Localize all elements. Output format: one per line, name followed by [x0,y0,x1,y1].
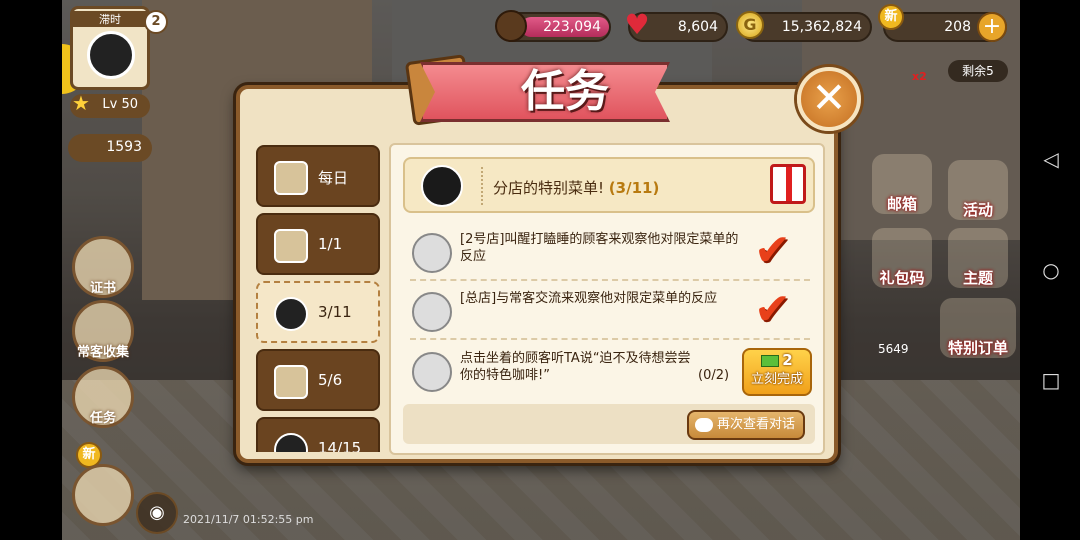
tab-label: 每日 [318,169,349,187]
collection-label: 常客收集 [76,345,129,360]
theme-label: 主题 [962,269,993,287]
gold-resource-bar: G 15,362,824 [736,11,872,42]
task-text: 点击坐着的顾客听TA说“迫不及待想尝尝你的特色咖啡!” [460,351,691,383]
character-avatar-icon [274,297,308,331]
player-avatar [87,31,135,79]
camera-icon: ◉ [149,502,165,523]
gold-coin-icon: G [736,11,764,39]
task-row: 点击坐着的顾客听TA说“迫不及待想尝尝你的特色咖啡!” (0/2) 2 立刻完成 [410,344,812,400]
close-icon: ✕ [811,73,847,122]
player-coins: 1593 [68,134,152,162]
daily-icon [274,161,308,195]
chat-bubble-icon [695,418,713,432]
recent-apps-icon[interactable]: □ [1040,369,1062,391]
new-badge: 新 [878,4,904,30]
heart-resource-bar: ♥ 8,604 [624,10,728,42]
task-text: [总店]与常客交流来观察他对限定菜单的反应 [460,291,718,306]
tasks-button[interactable]: 任务 [72,366,134,428]
special-order-button[interactable]: 特别订单 [940,298,1016,358]
quest-character-avatar [421,165,463,207]
mailbox-button[interactable]: 邮箱 [872,154,932,214]
collection-button[interactable]: 常客收集 [72,300,134,362]
complete-cost: 2 [744,350,810,370]
back-icon[interactable]: ◁ [1040,148,1062,170]
tab-3[interactable]: 5/6 [256,349,380,411]
camera-button[interactable]: ◉ [136,492,178,534]
certificate-button[interactable]: 证书 [72,236,134,298]
player-level-text: Lv 50 [102,97,138,112]
system-nav-bar: ◁ ○ □ [1020,0,1080,540]
coffee-resource-bar: 223,094 [495,10,611,42]
gem-value: 208 [944,19,971,35]
tab-label: 1/1 [318,235,343,253]
gold-value: 15,362,824 [781,19,862,35]
quest-title-row: 分店的特别菜单! (3/11) [493,177,659,198]
activity-label: 活动 [962,201,993,219]
check-icon: ✔ [754,284,791,335]
notification-count-badge: 2 [144,10,168,34]
task-count: (0/2) [698,368,730,383]
remaining-counter: 剩余5 [948,60,1008,82]
task-row: [2号店]叫醒打瞌睡的顾客来观察他对限定菜单的反应 ✔ [410,225,810,281]
mailbox-label: 邮箱 [886,195,917,213]
task-text: [2号店]叫醒打瞌睡的顾客来观察他对限定菜单的反应 [460,232,739,264]
cash-icon [761,354,780,367]
divider [481,167,483,205]
heart-value: 8,604 [677,19,718,35]
tab-1[interactable]: 1/1 [256,213,380,275]
tab-label: 3/11 [318,303,352,321]
quest-progress: (3/11) [608,179,660,197]
friends-button[interactable] [72,464,134,526]
coffee-value: 223,094 [543,19,601,35]
hat-icon [274,433,308,452]
coffee-bean-icon [495,10,527,42]
tab-daily[interactable]: 每日 [256,145,380,207]
heart-icon: ♥ [624,8,650,41]
quest-header: 分店的特别菜单! (3/11) [403,157,815,213]
building-icon [274,229,308,263]
complete-cost-value: 2 [782,351,793,369]
vending-machine-icon [274,365,308,399]
giftcode-button[interactable]: 礼包码 [872,228,932,288]
regular-customers-icon [412,292,452,332]
close-button[interactable]: ✕ [797,67,861,131]
player-name: 滞时 [73,11,147,27]
seated-customers-icon [412,352,452,392]
review-dialogue-label: 再次查看对话 [716,417,795,432]
special-count: 5649 [878,342,909,356]
player-profile[interactable]: 滞时 [70,6,150,90]
special-order-label: 特别订单 [947,339,1008,357]
star-icon: ★ [72,91,90,115]
tab-4[interactable]: 14/15 [256,417,380,452]
tab-label: 14/15 [318,439,362,452]
complete-now-label: 立刻完成 [750,372,803,387]
timestamp: 2021/11/7 01:52:55 pm [183,513,314,526]
review-dialogue-button[interactable]: 再次查看对话 [687,410,805,440]
certificate-label: 证书 [89,281,116,296]
giftcode-label: 礼包码 [879,269,925,287]
tab-label: 5/6 [318,371,343,389]
add-gems-button[interactable]: + [977,12,1007,42]
theme-button[interactable]: 主题 [948,228,1008,288]
tasks-label: 任务 [89,411,116,426]
home-icon[interactable]: ○ [1040,259,1062,281]
check-icon: ✔ [754,225,791,276]
dialog-title: 任务 [521,66,609,117]
tab-2-active[interactable]: 3/11 [256,281,380,343]
player-level: ★ Lv 50 [70,91,150,118]
x2-badge: x2 [912,70,927,83]
sleeping-customer-icon [412,233,452,273]
task-tabs: 每日 1/1 3/11 5/6 14/15 [256,143,382,452]
activity-button[interactable]: 活动 [948,160,1008,220]
quest-title: 分店的特别菜单! [493,179,605,197]
gift-reward-icon[interactable] [770,164,806,204]
task-row: [总店]与常客交流来观察他对限定菜单的反应 ✔ [410,284,810,340]
complete-now-button[interactable]: 2 立刻完成 [742,348,812,396]
